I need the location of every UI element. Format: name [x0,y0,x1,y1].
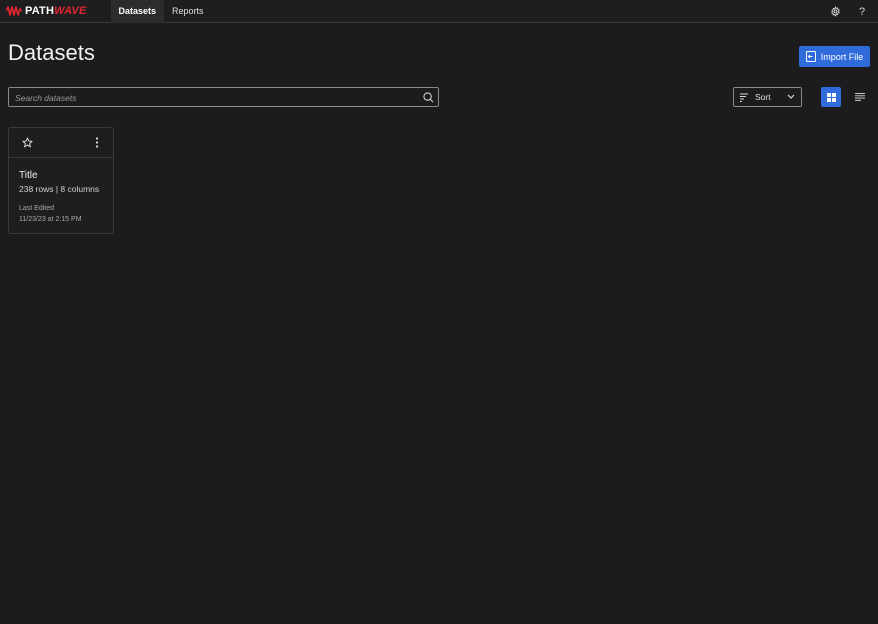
more-options-icon[interactable] [95,137,99,148]
import-file-icon [805,51,816,62]
brand-logo[interactable]: PATHWAVE [6,0,87,23]
search-icon[interactable] [423,92,434,103]
sort-lines-icon [740,93,748,102]
top-bar: PATHWAVE Datasets Reports ? [0,0,878,23]
list-view-button[interactable] [850,87,870,107]
help-button[interactable]: ? [852,2,872,22]
settings-button[interactable] [825,2,845,22]
sort-label: Sort [755,92,771,102]
search-box [8,87,439,107]
import-file-button[interactable]: Import File [799,46,870,67]
brand-name: PATHWAVE [25,5,87,17]
search-input[interactable] [9,89,438,107]
grid-view-button[interactable] [821,87,841,107]
last-edited-label: Last Edited [19,205,55,212]
list-icon [855,93,865,101]
dataset-title: Title [19,170,38,181]
tab-datasets[interactable]: Datasets [110,0,165,23]
waveform-logo-icon [6,6,22,16]
dataset-card-header [9,128,113,158]
dataset-card[interactable]: Title 238 rows | 8 columns Last Edited 1… [8,127,114,234]
question-mark-icon: ? [858,5,866,18]
gear-icon [830,6,840,17]
import-file-label: Import File [820,51,864,62]
tab-reports[interactable]: Reports [164,0,212,23]
brand-name-part1: PATH [25,5,55,17]
last-edited-date: 11/23/23 at 2:15 PM [19,216,82,223]
main-nav: Datasets Reports [110,0,212,23]
dataset-summary: 238 rows | 8 columns [19,184,100,194]
top-icons: ? [818,0,872,23]
brand-name-part2: WAVE [54,5,87,17]
chevron-down-icon [787,94,795,99]
star-icon[interactable] [22,137,33,148]
page-title: Datasets [8,40,95,65]
grid-icon [826,92,836,102]
sort-dropdown[interactable]: Sort [733,87,802,107]
